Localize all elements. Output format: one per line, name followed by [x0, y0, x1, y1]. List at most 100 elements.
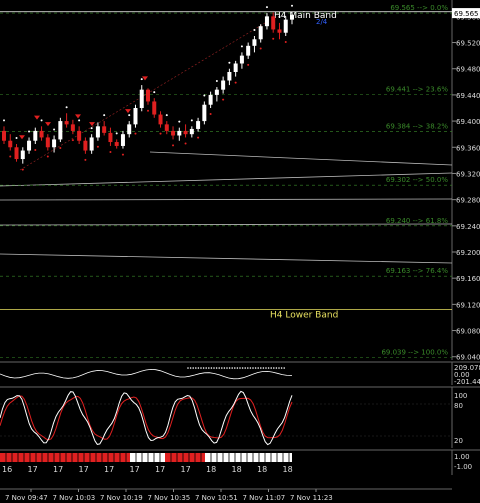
candle-body [114, 142, 119, 146]
candle-body [89, 137, 94, 151]
signal-dot-up [278, 15, 281, 18]
ind1-dot [221, 367, 223, 369]
signal-dot-up [215, 80, 218, 83]
candle-body [283, 19, 288, 33]
price-tick-label: 69.520 [456, 40, 480, 48]
ind1-scale-label: -201.441 [454, 378, 480, 386]
ind1-dot [254, 367, 257, 369]
price-tick-label: 69.240 [456, 223, 480, 231]
fib-level-label: 69.384 --> 38.2% [386, 123, 448, 131]
fib-level-label: 69.240 --> 61.8% [386, 217, 448, 225]
candle-body [133, 108, 138, 125]
main-band-label: H4 Main Band [274, 11, 337, 21]
ind1-dot [197, 367, 200, 369]
time-label: 7 Nov 10:19 [100, 494, 143, 502]
candle-body [196, 121, 201, 129]
ind1-dot [208, 367, 210, 369]
signal-dot-down [59, 147, 62, 150]
ind1-dot [192, 367, 194, 369]
hour-label: 17 [53, 465, 63, 474]
price-tick-label: 69.040 [456, 354, 480, 362]
ind1-dot [215, 367, 218, 369]
ind1-dot [249, 367, 252, 369]
ind1-dot [231, 367, 233, 369]
candle-body [58, 121, 63, 140]
price-tick-label: 69.480 [456, 66, 480, 74]
candle-body [70, 124, 75, 131]
time-label: 7 Nov 10:03 [53, 494, 96, 502]
candle-body [102, 126, 107, 133]
signal-dot-up [140, 78, 143, 81]
candle-body [208, 94, 213, 105]
ind3-scale-label: 1.00 [454, 453, 470, 461]
candle-body [27, 140, 32, 151]
time-label: 7 Nov 11:23 [290, 494, 333, 502]
ind1-dot [275, 367, 278, 369]
candle-body [202, 104, 207, 122]
fib-level-label: 69.565 --> 0.0% [390, 4, 448, 12]
signal-dot-down [184, 142, 187, 145]
candle-body [14, 147, 19, 160]
time-label: 7 Nov 11:07 [243, 494, 286, 502]
signal-dot-down [259, 47, 262, 50]
ind1-dot [226, 367, 228, 369]
candle-body [239, 55, 244, 64]
candle-body [64, 121, 69, 125]
trading-chart[interactable]: 69.565 --> 0.0% 69.441 --> 23.6% 69.384 --… [0, 0, 480, 503]
ind1-dot [280, 367, 283, 369]
band-small-label: 2/4 [316, 18, 328, 26]
signal-dot-down [9, 155, 12, 158]
ind1-dot [273, 367, 275, 369]
ind1-dot [265, 367, 267, 369]
candle-body [271, 16, 276, 30]
signal-dot-down [197, 136, 200, 139]
candle-body [183, 130, 188, 135]
price-tick-label: 69.400 [456, 118, 480, 126]
ind2-scale-label: 20 [454, 437, 463, 445]
fib-level-label: 69.039 --> 100.0% [381, 348, 448, 356]
current-price-label: 69.565 [454, 10, 479, 18]
ind1-dot [270, 367, 273, 369]
signal-dot-up [40, 119, 43, 122]
signal-segment [205, 453, 292, 462]
signal-dot-down [284, 41, 287, 43]
time-label: 7 Nov 09:47 [5, 494, 48, 502]
ind1-dot [244, 367, 246, 369]
ind1-dot [267, 367, 270, 369]
signal-dot-up [265, 6, 268, 9]
lower-band-label: H4 Lower Band [270, 311, 338, 321]
ind1-dot [278, 367, 280, 369]
ind1-dot [213, 367, 215, 369]
signal-dot-up [103, 114, 106, 117]
candle-body [252, 39, 257, 46]
signal-dot-up [190, 119, 193, 122]
signal-dot-down [109, 150, 112, 153]
ind1-dot [223, 367, 226, 369]
candle-body [146, 89, 150, 102]
ind2-scale-label: 80 [454, 402, 463, 410]
signal-dot-down [46, 155, 49, 158]
fib-level-label: 69.302 --> 50.0% [386, 176, 448, 184]
hour-label: 17 [181, 465, 191, 474]
candle-body [39, 130, 44, 138]
candle-body [2, 130, 6, 141]
candle-body [227, 72, 232, 81]
candle-body [221, 80, 226, 90]
price-tick-label: 69.440 [456, 92, 480, 100]
hour-label: 17 [104, 465, 114, 474]
price-tick-label: 69.320 [456, 170, 480, 178]
price-tick-label: 69.080 [456, 328, 480, 336]
signal-dot-down [222, 98, 225, 101]
signal-segments [0, 453, 292, 462]
ind1-dot [218, 367, 220, 369]
candle-body [164, 124, 169, 131]
ind1-dot [241, 367, 244, 369]
candle-body [158, 114, 163, 125]
hour-label: 17 [130, 465, 140, 474]
signal-dot-down [272, 37, 275, 40]
time-label: 7 Nov 10:51 [195, 494, 238, 502]
hour-label: 18 [283, 465, 293, 474]
signal-dot-down [247, 63, 250, 66]
ind1-dot [228, 367, 231, 369]
price-tick-label: 69.280 [456, 197, 480, 205]
